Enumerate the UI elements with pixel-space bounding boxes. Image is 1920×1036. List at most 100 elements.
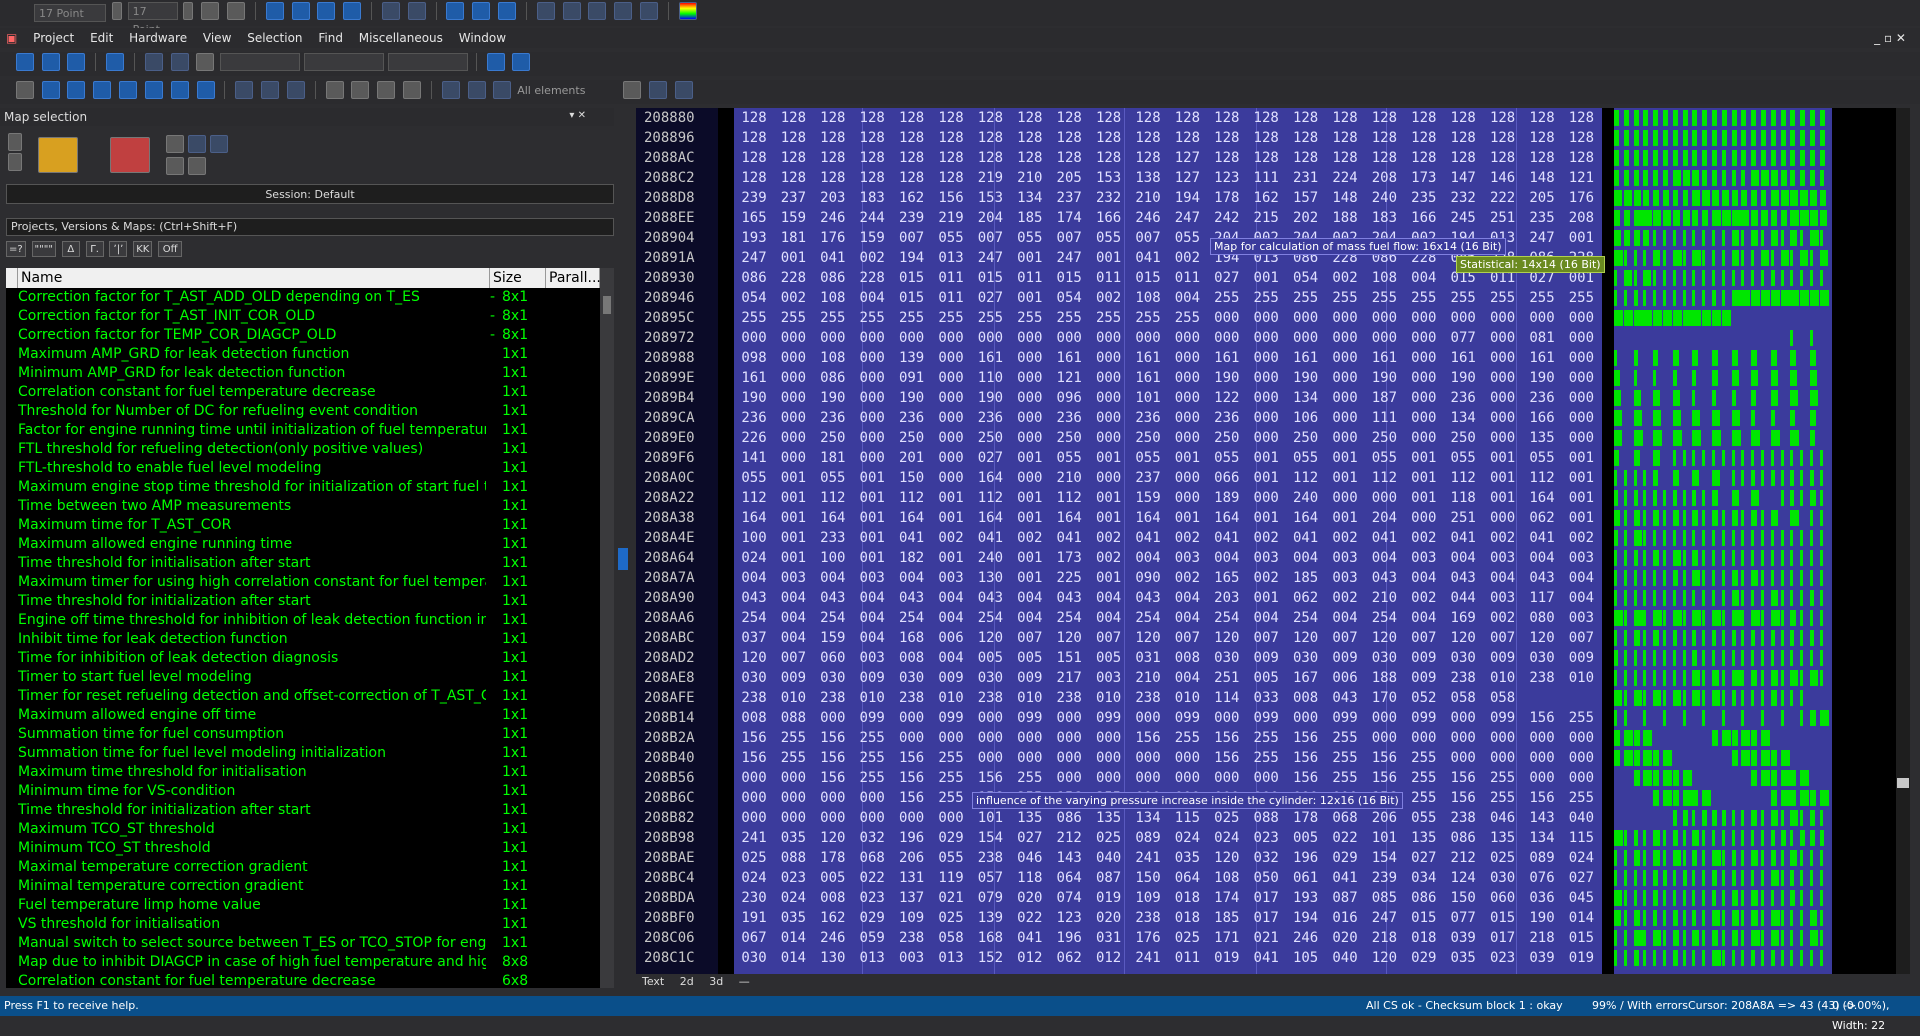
hex-cell[interactable]: 001	[1010, 248, 1050, 268]
hex-cell[interactable]: 164	[1128, 508, 1168, 528]
hex-cell[interactable]: 000	[1404, 368, 1444, 388]
hex-cell[interactable]: 250	[970, 428, 1010, 448]
hex-cell[interactable]: 161	[970, 348, 1010, 368]
hex-cell[interactable]: 089	[1128, 828, 1168, 848]
hex-cell[interactable]: 128	[1483, 128, 1523, 148]
hex-cell[interactable]: 121	[1049, 368, 1089, 388]
hex-cell[interactable]: 000	[1089, 428, 1129, 448]
hex-cell[interactable]: 002	[1167, 528, 1207, 548]
hex-cell[interactable]: 087	[1325, 888, 1365, 908]
hex-cell[interactable]: 112	[1049, 488, 1089, 508]
hex-cell[interactable]: 128	[1325, 148, 1365, 168]
hex-cell[interactable]: 101	[1128, 388, 1168, 408]
hex-cell[interactable]: 134	[1443, 408, 1483, 428]
hex-cell[interactable]: 128	[970, 108, 1010, 128]
hex-cell[interactable]: 231	[1286, 168, 1326, 188]
hex-cell[interactable]: 238	[970, 688, 1010, 708]
hex-cell[interactable]: 176	[1561, 188, 1601, 208]
hex-cell[interactable]: 237	[773, 188, 813, 208]
hex-cell[interactable]: 205	[1049, 168, 1089, 188]
hex-cell[interactable]: 005	[1246, 668, 1286, 688]
filter-button[interactable]: Δ	[61, 241, 80, 257]
hex-cell[interactable]: 255	[970, 308, 1010, 328]
hex-cell[interactable]: 206	[1364, 808, 1404, 828]
hex-cell[interactable]: 000	[852, 428, 892, 448]
hex-cell[interactable]: 000	[1246, 308, 1286, 328]
tool-icon[interactable]	[15, 53, 34, 71]
hex-cell[interactable]: 004	[1207, 548, 1247, 568]
hex-cell[interactable]: 011	[1167, 948, 1207, 968]
hex-cell[interactable]: 128	[852, 108, 892, 128]
hex-cell[interactable]: 001	[1089, 448, 1129, 468]
hex-cell[interactable]: 115	[1561, 828, 1601, 848]
hex-cell[interactable]: 029	[852, 908, 892, 928]
hex-cell[interactable]: 000	[773, 408, 813, 428]
hex-cell[interactable]: 000	[1089, 468, 1129, 488]
hex-cell[interactable]: 000	[931, 468, 971, 488]
hex-cell[interactable]: 000	[773, 328, 813, 348]
list-item[interactable]: Maximum engine stop time threshold for i…	[6, 478, 600, 497]
hex-cell[interactable]: 212	[1443, 848, 1483, 868]
hex-cell[interactable]: 128	[931, 148, 971, 168]
hex-cell[interactable]: 087	[1089, 868, 1129, 888]
hex-cell[interactable]: 015	[1128, 268, 1168, 288]
list-item[interactable]: Maximum time threshold for initialisatio…	[6, 763, 600, 782]
scrollbar-thumb[interactable]	[603, 296, 611, 314]
hex-cell[interactable]: 000	[1483, 388, 1523, 408]
hex-cell[interactable]: 228	[852, 268, 892, 288]
hex-cell[interactable]: 027	[1010, 828, 1050, 848]
hex-cell[interactable]: 255	[1049, 308, 1089, 328]
hex-cell[interactable]: 013	[852, 948, 892, 968]
hex-cell[interactable]: 017	[1246, 908, 1286, 928]
hex-cell[interactable]: 000	[773, 348, 813, 368]
hex-cell[interactable]: 002	[1089, 548, 1129, 568]
hex-cell[interactable]: 014	[773, 948, 813, 968]
hex-cell[interactable]: 003	[1483, 588, 1523, 608]
hex-cell[interactable]: 120	[1207, 628, 1247, 648]
hex-cell[interactable]: 128	[1128, 128, 1168, 148]
nav-combo-2[interactable]	[304, 53, 385, 71]
hex-cell[interactable]: 108	[813, 288, 853, 308]
hex-cell[interactable]: 058	[1483, 688, 1523, 708]
hex-cell[interactable]: 099	[1404, 708, 1444, 728]
hex-cell[interactable]: 060	[1483, 888, 1523, 908]
hex-cell[interactable]: 109	[892, 908, 932, 928]
hex-cell[interactable]: 236	[970, 408, 1010, 428]
hex-cell[interactable]: 000	[773, 808, 813, 828]
list-item[interactable]: Summation time for fuel consumption 1x1	[6, 725, 600, 744]
hex-cell[interactable]: 161	[1364, 348, 1404, 368]
hex-cell[interactable]: 128	[1128, 148, 1168, 168]
hex-cell[interactable]: 128	[773, 128, 813, 148]
hex-cell[interactable]: 247	[734, 248, 774, 268]
hex-cell[interactable]: 099	[852, 708, 892, 728]
hex-cell[interactable]: 009	[1010, 668, 1050, 688]
hex-cell[interactable]: 166	[1522, 408, 1562, 428]
window-controls[interactable]: _ ▫ ✕	[1868, 28, 1912, 48]
hex-cell[interactable]: 000	[1325, 308, 1365, 328]
nav-icon[interactable]	[351, 81, 370, 99]
hex-cell[interactable]: 003	[1561, 608, 1601, 628]
hex-cell[interactable]: 237	[1128, 468, 1168, 488]
hex-cell[interactable]: 055	[813, 468, 853, 488]
hex-cell[interactable]: 181	[813, 448, 853, 468]
filter-button[interactable]: =?	[6, 241, 26, 257]
hex-cell[interactable]: 009	[773, 668, 813, 688]
hex-cell[interactable]: 210	[1364, 588, 1404, 608]
hex-cell[interactable]: 143	[1049, 848, 1089, 868]
hex-cell[interactable]: 001	[1089, 248, 1129, 268]
hex-cell[interactable]: 112	[892, 488, 932, 508]
hex-cell[interactable]: 022	[852, 868, 892, 888]
hex-cell[interactable]: 247	[1049, 248, 1089, 268]
hex-cell[interactable]: 240	[970, 548, 1010, 568]
hex-cell[interactable]: 043	[970, 588, 1010, 608]
hex-cell[interactable]: 055	[1010, 228, 1050, 248]
hex-cell[interactable]: 128	[1207, 148, 1247, 168]
hex-cell[interactable]: 091	[892, 368, 932, 388]
hex-cell[interactable]: 001	[1561, 508, 1601, 528]
hex-cell[interactable]: 236	[813, 408, 853, 428]
hex-cell[interactable]: 030	[813, 668, 853, 688]
hex-cell[interactable]: 035	[773, 828, 813, 848]
list-item[interactable]: Correlation constant for fuel temperatur…	[6, 383, 600, 402]
percent-icon[interactable]	[536, 2, 555, 20]
hex-cell[interactable]: 128	[1404, 148, 1444, 168]
